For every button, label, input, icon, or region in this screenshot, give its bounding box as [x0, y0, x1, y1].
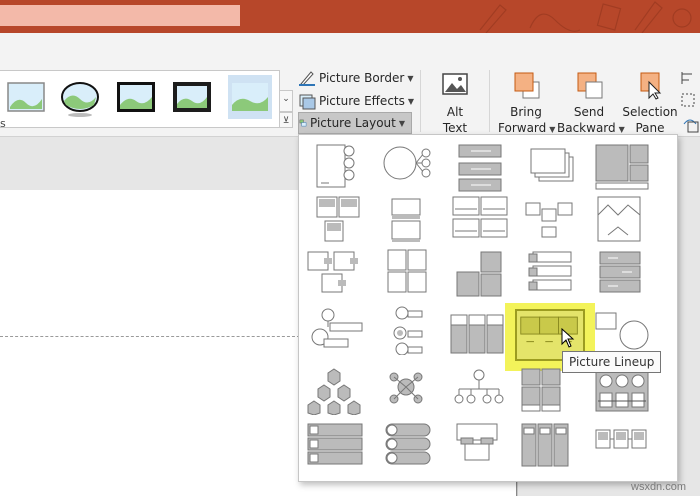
send-backward-button[interactable]: Send Backward ▼	[557, 68, 625, 138]
placeholder-border	[0, 336, 300, 337]
picture-style-black-frame-thumbnail[interactable]	[172, 77, 212, 117]
layout-option-snapshot-picture-list[interactable]	[451, 195, 521, 245]
picture-border-icon	[299, 71, 315, 86]
gallery-more-icon[interactable]: ⊻	[279, 112, 293, 128]
chevron-down-icon: ▼	[407, 73, 414, 83]
layout-option-hexagon-cluster[interactable]	[306, 365, 376, 415]
layout-option-framed-text-picture[interactable]	[382, 248, 452, 298]
picture-layout-label: Picture Layout	[309, 116, 396, 130]
ribbon-separator	[420, 70, 421, 132]
picture-effects-label: Picture Effects	[319, 94, 405, 108]
arrange-small-icons[interactable]	[680, 68, 700, 134]
bring-forward-button[interactable]: Bring Forward ▼	[498, 68, 555, 138]
layout-option-horizontal-picture-list[interactable]	[594, 248, 664, 298]
layout-option-picture-caption-list[interactable]	[451, 143, 521, 193]
layout-option-picture-process[interactable]	[594, 420, 664, 470]
layout-option-lined-picture-list[interactable]	[306, 420, 376, 470]
layout-option-banded-pictures[interactable]	[447, 305, 517, 355]
selection-pane-label-line1: Selection	[622, 105, 678, 119]
alt-text-label-line1: Alt	[446, 105, 464, 119]
picture-border-button[interactable]: Picture Border ▼	[298, 67, 413, 89]
alt-text-button[interactable]: Alt Text	[434, 68, 476, 136]
ribbon-tab-strip	[0, 33, 700, 65]
chevron-down-icon: ▼	[407, 96, 415, 106]
picture-layout-button[interactable]: Picture Layout ▼	[298, 112, 412, 134]
layout-option-continuous-picture-list[interactable]	[522, 195, 592, 245]
picture-styles-group-label: s	[0, 117, 6, 130]
title-bar-doodle	[479, 1, 692, 33]
chevron-down-icon: ▼	[398, 118, 405, 128]
layout-option-picture-caption-blocks[interactable]	[451, 420, 521, 470]
layout-option-circle-picture-hierarchy[interactable]	[382, 365, 452, 415]
layout-option-accented-picture[interactable]	[311, 143, 381, 193]
picture-effects-icon	[299, 94, 316, 110]
selection-pane-button[interactable]: Selection Pane	[622, 68, 678, 136]
alt-text-icon	[442, 73, 468, 95]
layout-option-titled-picture-blocks[interactable]	[311, 195, 381, 245]
picture-effects-button[interactable]: Picture Effects ▼	[298, 90, 414, 112]
layout-option-ascending-picture-accent[interactable]	[451, 248, 521, 298]
layout-option-picture-strips[interactable]	[306, 248, 376, 298]
bring-forward-label-line1: Bring	[510, 105, 542, 119]
watermark: wsxdn.com	[631, 481, 687, 493]
picture-layout-icon	[299, 119, 307, 127]
picture-style-thumbnail[interactable]	[6, 77, 46, 117]
layout-option-circular-picture-list[interactable]	[382, 305, 452, 355]
layout-option-hierarchy-with-pictures[interactable]	[451, 365, 521, 415]
picture-style-soft-edge-thumbnail[interactable]	[228, 75, 272, 119]
picture-lineup-tooltip: Picture Lineup	[562, 351, 662, 373]
ribbon-separator	[489, 70, 490, 132]
search-box[interactable]	[0, 5, 240, 26]
send-backward-icon	[577, 72, 603, 99]
layout-option-picture-grid[interactable]	[594, 143, 664, 193]
bring-forward-icon	[514, 72, 540, 99]
layout-option-picture-accent-blocks[interactable]	[382, 195, 452, 245]
gallery-scroll-down-icon[interactable]: ⌄	[279, 90, 293, 112]
mouse-cursor-icon	[561, 328, 575, 348]
selection-pane-icon	[640, 72, 662, 100]
send-backward-label-line1: Send	[573, 105, 605, 119]
layout-option-picture-frame[interactable]	[594, 195, 664, 245]
layout-option-alternating-picture-circles[interactable]	[594, 305, 664, 355]
layout-option-bubble-picture-list[interactable]	[306, 305, 376, 355]
layout-option-vertical-picture-list[interactable]	[525, 248, 595, 298]
layout-option-vertical-picture-accent-list[interactable]	[518, 420, 588, 470]
picture-border-label: Picture Border	[319, 71, 405, 85]
picture-styles-gallery[interactable]	[0, 70, 280, 128]
layout-option-circular-picture-callout[interactable]	[378, 143, 448, 193]
layout-option-rounded-picture-list[interactable]	[382, 420, 452, 470]
layout-option-bending-picture-blocks[interactable]	[525, 143, 595, 193]
title-bar	[0, 0, 700, 33]
picture-style-oval-thumbnail[interactable]	[60, 77, 100, 117]
picture-style-frame-thumbnail[interactable]	[116, 77, 156, 117]
